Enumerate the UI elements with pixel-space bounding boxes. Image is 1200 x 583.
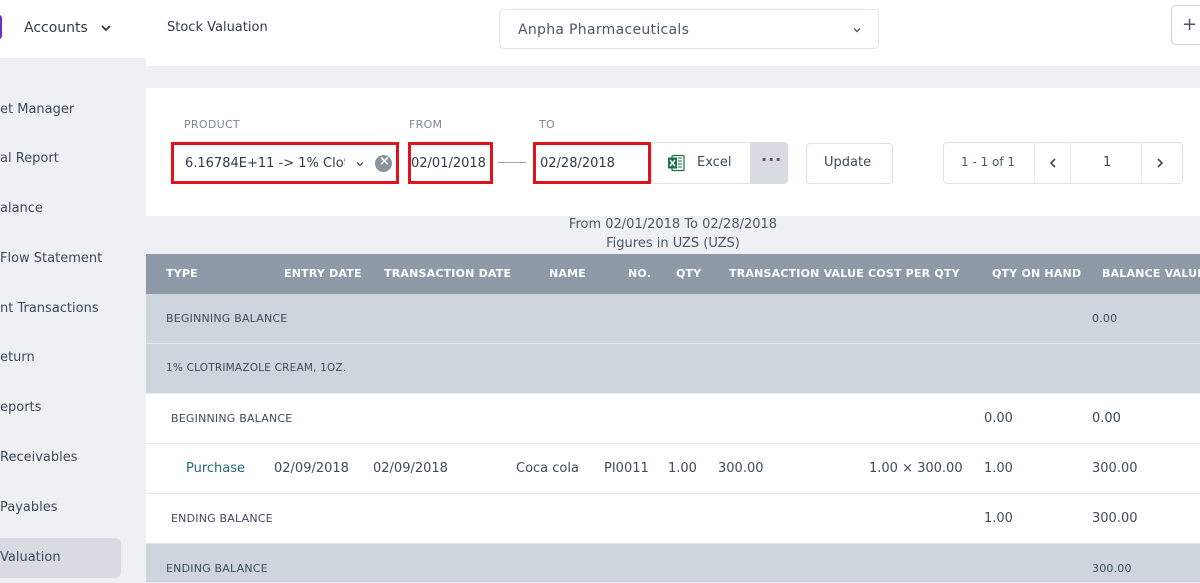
row-qty-on-hand: 1.00: [984, 511, 1013, 526]
sidebar-item-payables[interactable]: Payables: [0, 492, 122, 524]
row-qty-on-hand: 1.00: [984, 461, 1013, 476]
chevron-left-icon: [1049, 158, 1056, 168]
table-row: BEGINNING BALANCE 0.00: [146, 294, 1200, 344]
sidebar-item-asset-manager[interactable]: et Manager: [0, 94, 122, 126]
sidebar-item-tax-return[interactable]: eturn: [0, 342, 122, 374]
table-header: TYPE ENTRY DATE TRANSACTION DATE NAME NO…: [146, 254, 1200, 294]
sidebar-item-stock-valuation[interactable]: Valuation: [0, 538, 121, 578]
app-title: Accounts: [24, 20, 88, 36]
sidebar-item-journal-report[interactable]: al Report: [0, 143, 122, 175]
row-balance-value: 0.00: [1092, 312, 1118, 325]
company-select-value: Anpha Pharmaceuticals: [518, 22, 690, 38]
page-number-value: 1: [1103, 155, 1112, 170]
row-transaction-date: 02/09/2018: [373, 461, 448, 476]
from-date-value: 02/01/2018: [411, 156, 486, 171]
page-number-input[interactable]: 1: [1070, 143, 1142, 183]
column-header-name[interactable]: NAME: [549, 267, 586, 280]
product-label: PRODUCT: [184, 118, 240, 131]
column-header-no[interactable]: NO.: [628, 267, 651, 280]
table-row: Purchase 02/09/2018 02/09/2018 Coca cola…: [146, 444, 1200, 494]
table-row: ENDING BALANCE 1.00 300.00: [146, 494, 1200, 544]
column-header-qty[interactable]: QTY: [676, 267, 701, 280]
to-date-input[interactable]: 02/28/2018: [533, 142, 651, 184]
column-header-entry-date[interactable]: ENTRY DATE: [284, 267, 362, 280]
more-icon: ···: [761, 150, 783, 169]
column-header-cost-per-qty[interactable]: COST PER QTY: [868, 267, 960, 280]
to-date-value: 02/28/2018: [540, 156, 615, 171]
chevron-down-icon: [853, 28, 861, 33]
app-switcher[interactable]: Accounts: [0, 0, 146, 58]
chevron-down-icon: [101, 25, 111, 32]
previous-page-button[interactable]: [1034, 143, 1070, 183]
report-header: From 02/01/2018 To 02/28/2018 Figures in…: [146, 216, 1200, 254]
column-header-type[interactable]: TYPE: [166, 267, 198, 280]
excel-export-button[interactable]: Excel: [651, 142, 751, 184]
excel-icon: [668, 154, 685, 172]
excel-label: Excel: [697, 155, 732, 170]
row-balance-value: 300.00: [1092, 461, 1138, 476]
update-label: Update: [824, 155, 872, 170]
row-type: BEGINNING BALANCE: [166, 312, 288, 325]
to-label: TO: [539, 118, 555, 131]
row-qty: 1.00: [668, 461, 697, 476]
table-row: BEGINNING BALANCE 0.00 0.00: [146, 394, 1200, 444]
table-row: ENDING BALANCE 300.00: [146, 544, 1200, 583]
row-product-name: 1% CLOTRIMAZOLE CREAM, 1OZ.: [166, 362, 347, 374]
clear-icon[interactable]: ×: [375, 154, 392, 172]
top-header: Stock Valuation Anpha Pharmaceuticals +: [146, 0, 1200, 66]
row-balance-value: 300.00: [1092, 562, 1132, 575]
row-name: Coca cola: [516, 461, 579, 476]
table-row-product-group: 1% CLOTRIMAZOLE CREAM, 1OZ.: [146, 344, 1200, 394]
column-header-qty-on-hand[interactable]: QTY ON HAND: [992, 267, 1081, 280]
row-balance-value: 0.00: [1092, 411, 1121, 426]
row-balance-value: 300.00: [1092, 511, 1138, 526]
header-divider: [146, 66, 1200, 88]
update-button[interactable]: Update: [806, 143, 893, 184]
date-range-separator: [498, 162, 526, 163]
add-button[interactable]: +: [1171, 5, 1200, 45]
report-currency: Figures in UZS (UZS): [606, 236, 740, 251]
brand-logo: [0, 15, 2, 39]
from-date-input[interactable]: 02/01/2018: [408, 142, 493, 184]
plus-icon: +: [1182, 14, 1198, 35]
more-options-button[interactable]: ···: [750, 142, 788, 184]
sidebar-item-cash-flow[interactable]: Flow Statement: [0, 243, 122, 275]
row-qty-on-hand: 0.00: [984, 411, 1013, 426]
report-date-range: From 02/01/2018 To 02/28/2018: [568, 217, 778, 232]
row-type: ENDING BALANCE: [171, 512, 273, 525]
product-select-value: 6.16784E+11 -> 1% Clotrimazole Cream, 1o…: [185, 156, 345, 171]
row-transaction-value: 300.00: [718, 461, 764, 476]
pagination-range: 1 - 1 of 1: [961, 155, 1016, 169]
column-header-balance-value[interactable]: BALANCE VALUE: [1102, 267, 1200, 280]
chevron-down-icon[interactable]: [355, 159, 365, 169]
row-type: ENDING BALANCE: [166, 562, 268, 575]
sidebar: Accounts et Manager al Report alance Flo…: [0, 0, 146, 583]
sidebar-item-reports[interactable]: eports: [0, 392, 122, 424]
company-select[interactable]: Anpha Pharmaceuticals: [499, 9, 879, 49]
sidebar-item-receivables[interactable]: Receivables: [0, 442, 122, 474]
pagination: 1 - 1 of 1 1: [943, 142, 1183, 184]
page-title: Stock Valuation: [167, 20, 268, 35]
column-header-transaction-value[interactable]: TRANSACTION VALUE: [729, 267, 864, 280]
row-type-link[interactable]: Purchase: [186, 461, 245, 476]
chevron-right-icon: [1157, 158, 1164, 168]
row-number: PI0011: [604, 461, 649, 476]
sidebar-item-account-transactions[interactable]: nt Transactions: [0, 293, 122, 325]
row-type: BEGINNING BALANCE: [171, 412, 293, 425]
row-entry-date: 02/09/2018: [274, 461, 349, 476]
product-select[interactable]: 6.16784E+11 -> 1% Clotrimazole Cream, 1o…: [171, 142, 399, 184]
row-cost-per-qty: 1.00 × 300.00: [869, 461, 963, 476]
filter-panel: PRODUCT FROM TO 6.16784E+11 -> 1% Clotri…: [146, 88, 1200, 216]
next-page-button[interactable]: [1142, 143, 1182, 183]
from-label: FROM: [409, 118, 443, 131]
column-header-transaction-date[interactable]: TRANSACTION DATE: [384, 267, 511, 280]
sidebar-item-trial-balance[interactable]: alance: [0, 193, 122, 225]
